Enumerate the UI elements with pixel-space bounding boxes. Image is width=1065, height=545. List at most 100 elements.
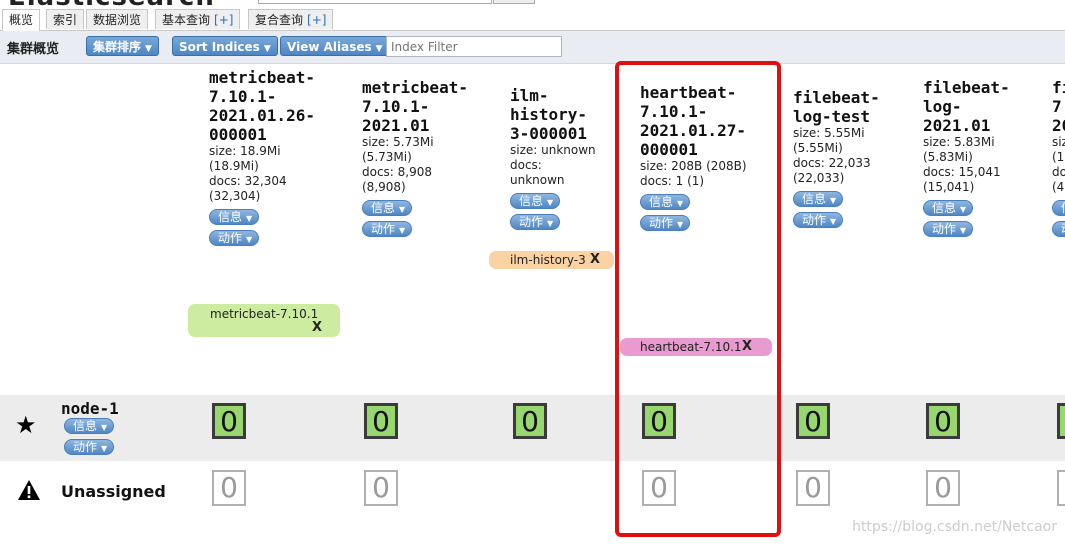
chevron-down-icon: ▼ — [399, 205, 406, 214]
toolbar-title: 集群概览 — [7, 42, 60, 57]
index-name: heartbeat- 7.10.1- 2021.01.27- 000001 — [640, 83, 746, 159]
chevron-down-icon: ▼ — [101, 444, 108, 453]
action-label: 动作 — [73, 440, 98, 454]
index-info-button[interactable]: 信息 ▼ — [640, 194, 691, 210]
index-name: filebeat- log-test — [793, 88, 880, 126]
chevron-down-icon: ▼ — [101, 423, 108, 432]
connect-button[interactable] — [493, 0, 535, 4]
unassigned-label: Unassigned — [61, 482, 166, 501]
index-name: metricbeat- 7.10.1- 2021.01 — [362, 78, 468, 135]
info-label: 信息 — [649, 195, 674, 209]
close-icon[interactable]: X — [742, 339, 752, 355]
close-icon[interactable]: X — [312, 320, 322, 336]
tab-basic-query[interactable]: 基本查询 [+] — [155, 9, 241, 29]
alias-label: ilm-history-3 — [510, 253, 586, 267]
index-action-button[interactable]: 动作 — [1052, 221, 1065, 237]
index-action-button[interactable]: 动作 ▼ — [362, 221, 413, 237]
index-info-button[interactable]: 信息 ▼ — [510, 193, 561, 209]
tab-indices[interactable]: 索引 — [46, 9, 85, 29]
tab-compound-query[interactable]: 复合查询 [+] — [248, 9, 334, 29]
index-info-button[interactable]: 信息 ▼ — [362, 200, 413, 216]
overview-toolbar: 集群概览 集群排序 ▼ Sort Indices ▼ View Aliases ▼ — [0, 31, 1065, 64]
shard-unassigned-partial[interactable] — [1057, 470, 1065, 506]
chevron-down-icon: ▼ — [246, 235, 253, 244]
action-label: 动作 — [932, 222, 957, 236]
index-info-button[interactable]: 信息 — [1052, 200, 1065, 216]
node-info-button[interactable]: 信息 ▼ — [64, 418, 115, 434]
tab-bar: 概览 索引 数据浏览 基本查询 [+] 复合查询 [+] — [0, 8, 1065, 31]
index-action-button[interactable]: 动作 ▼ — [923, 221, 974, 237]
alias-tag[interactable]: heartbeat-7.10.1 X — [620, 338, 772, 356]
chevron-down-icon: ▼ — [677, 220, 684, 229]
shard-unassigned[interactable]: 0 — [212, 470, 246, 506]
chevron-down-icon: ▼ — [960, 226, 967, 235]
index-action-button[interactable]: 动作 ▼ — [793, 212, 844, 228]
tab-basic-query-plus[interactable]: [+] — [214, 13, 233, 27]
action-label: 动作 — [1061, 222, 1065, 236]
index-stats: size: 18.9Mi (18.9Mi) docs: 32,304 (32,3… — [209, 144, 287, 203]
node-action-button[interactable]: 动作 ▼ — [64, 439, 115, 455]
chevron-down-icon: ▼ — [830, 217, 837, 226]
chevron-down-icon: ▼ — [677, 199, 684, 208]
info-label: 信息 — [371, 201, 396, 215]
index-action-button[interactable]: 动作 ▼ — [640, 215, 691, 231]
chevron-down-icon: ▼ — [145, 44, 152, 54]
shard-unassigned[interactable]: 0 — [926, 470, 960, 506]
tab-browser[interactable]: 数据浏览 — [86, 9, 149, 29]
cluster-sort-label: 集群排序 — [93, 40, 142, 54]
connect-url-input[interactable] — [258, 0, 492, 4]
alias-tag[interactable]: ilm-history-3 X — [489, 251, 614, 269]
index-name: ilm- history- 3-000001 — [510, 86, 588, 143]
sort-indices-button[interactable]: Sort Indices ▼ — [172, 36, 278, 56]
shard-assigned[interactable]: 0 — [364, 403, 398, 439]
info-label: 信息 — [519, 194, 544, 208]
tab-browser-label: 数据浏览 — [93, 13, 142, 27]
alias-tag[interactable]: metricbeat-7.10.1 X — [188, 304, 340, 337]
shard-assigned[interactable]: 0 — [212, 403, 246, 439]
index-stats: size: unknown docs: unknown — [510, 143, 596, 187]
index-filter-input[interactable] — [386, 36, 562, 57]
action-label: 动作 — [649, 216, 674, 230]
sort-indices-label: Sort Indices — [179, 40, 260, 54]
cluster-sort-button[interactable]: 集群排序 ▼ — [86, 36, 159, 56]
info-label: 信息 — [802, 192, 827, 206]
index-column: filebeat- log- 2021.01 size: 5.83Mi (5.8… — [923, 78, 1010, 237]
shard-assigned[interactable]: 0 — [642, 403, 676, 439]
close-icon[interactable]: X — [590, 252, 600, 268]
index-stats: size: 5.55Mi (5.55Mi) docs: 22,033 (22,0… — [793, 126, 871, 185]
index-stats: size: 5.73Mi (5.73Mi) docs: 8,908 (8,908… — [362, 135, 434, 194]
index-info-button[interactable]: 信息 ▼ — [209, 209, 260, 225]
app-header: Elasticsearch — [0, 0, 1065, 8]
chevron-down-icon: ▼ — [547, 198, 554, 207]
info-label: 信息 — [73, 419, 98, 433]
tab-compound-query-plus[interactable]: [+] — [307, 13, 326, 27]
shard-assigned[interactable]: 0 — [926, 403, 960, 439]
shard-assigned-partial[interactable] — [1057, 403, 1065, 439]
view-aliases-button[interactable]: View Aliases ▼ — [280, 36, 390, 56]
shard-unassigned[interactable]: 0 — [642, 470, 676, 506]
chevron-down-icon: ▼ — [960, 205, 967, 214]
info-label: 信息 — [218, 210, 243, 224]
app-title-partial: Elasticsearch — [8, 0, 215, 8]
chevron-down-icon: ▼ — [399, 226, 406, 235]
index-action-button[interactable]: 动作 ▼ — [209, 230, 260, 246]
chevron-down-icon: ▼ — [263, 44, 271, 54]
shard-unassigned[interactable]: 0 — [796, 470, 830, 506]
shard-unassigned[interactable]: 0 — [364, 470, 398, 506]
view-aliases-label: View Aliases — [287, 40, 372, 54]
index-column: heartbeat- 7.10.1- 2021.01.27- 000001 si… — [640, 83, 747, 231]
index-action-button[interactable]: 动作 ▼ — [510, 214, 561, 230]
shard-assigned[interactable]: 0 — [513, 403, 547, 439]
chevron-down-icon: ▼ — [830, 196, 837, 205]
index-name: fi 7. 20 — [1052, 78, 1065, 135]
info-label: 信息 — [1061, 201, 1065, 215]
action-label: 动作 — [802, 213, 827, 227]
node-buttons: 信息 ▼ 动作 ▼ — [64, 417, 115, 455]
index-stats: size (1 doc (4 — [1052, 135, 1065, 194]
index-info-button[interactable]: 信息 ▼ — [793, 191, 844, 207]
tab-overview[interactable]: 概览 — [2, 9, 41, 31]
chevron-down-icon: ▼ — [246, 214, 253, 223]
tab-compound-query-label: 复合查询 — [255, 13, 304, 27]
shard-assigned[interactable]: 0 — [796, 403, 830, 439]
index-info-button[interactable]: 信息 ▼ — [923, 200, 974, 216]
